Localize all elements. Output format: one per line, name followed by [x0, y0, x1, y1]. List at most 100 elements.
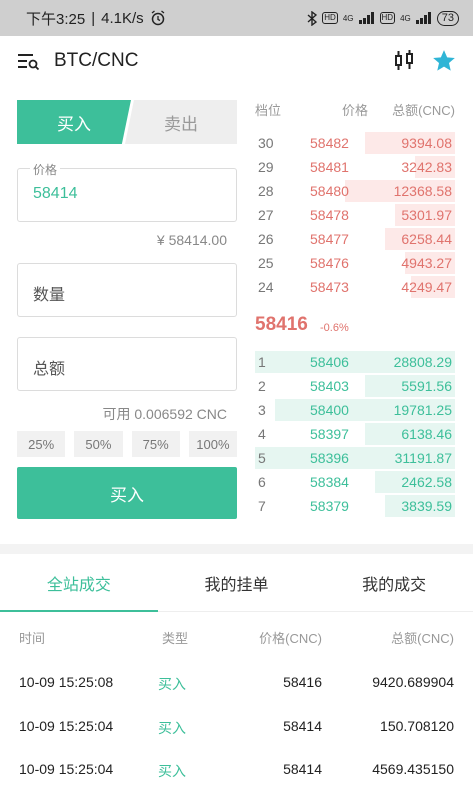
hd-badge: HD: [322, 12, 338, 24]
bid-total: 19781.25: [393, 402, 452, 418]
trades-price-header: 价格(CNC): [259, 631, 322, 646]
bid-price: 58384: [310, 474, 349, 490]
percent-50-button[interactable]: 50%: [74, 431, 123, 457]
ask-total: 4249.47: [401, 279, 452, 295]
pair-title[interactable]: BTC/CNC: [54, 50, 138, 72]
trade-type: 买入: [158, 763, 186, 779]
trade-type: 买入: [158, 719, 186, 736]
ask-level: 24: [258, 279, 274, 295]
trade-row: 10-09 15:25:08 买入 58416 9420.689904: [0, 674, 473, 692]
bid-price: 58379: [310, 498, 349, 514]
order-book-header: 档位 价格 总额(CNC): [255, 100, 455, 118]
section-divider: [0, 544, 473, 554]
ask-level: 27: [258, 207, 274, 223]
bid-level: 3: [258, 402, 266, 418]
ask-total: 9394.08: [401, 135, 452, 151]
last-change: -0.6%: [320, 322, 349, 334]
amount-field[interactable]: 数量: [17, 263, 237, 317]
trade-row: 10-09 15:25:04 买入 58414 150.708120: [0, 718, 473, 736]
ask-total: 4943.27: [401, 255, 452, 271]
ask-row[interactable]: 28 58480 12368.58: [255, 179, 455, 203]
ask-row[interactable]: 30 58482 9394.08: [255, 131, 455, 155]
ask-price: 58477: [310, 231, 349, 247]
hd-badge-2: HD: [379, 12, 396, 24]
ob-total-header: 总额(CNC): [392, 103, 455, 118]
total-field[interactable]: 总额: [17, 337, 237, 391]
bid-level: 1: [258, 354, 266, 370]
tab-my-orders[interactable]: 我的挂单: [158, 554, 316, 611]
signal-icon-2: [415, 12, 431, 24]
ask-level: 29: [258, 159, 274, 175]
bluetooth-icon: [307, 10, 318, 26]
buy-sell-tabs: 买入 卖出: [17, 100, 237, 144]
bid-row[interactable]: 3 58400 19781.25: [255, 398, 455, 422]
bid-price: 58400: [310, 402, 349, 418]
status-time: 下午3:25: [26, 10, 86, 28]
status-bar: 下午3:25 | 4.1K/s HD 4G HD 4G 73: [0, 0, 473, 36]
bid-total: 5591.56: [401, 378, 452, 394]
bid-total: 31191.87: [394, 450, 452, 466]
percent-75-button[interactable]: 75%: [131, 431, 180, 457]
price-cny-hint: ¥ 58414.00: [156, 232, 227, 248]
ask-price: 58473: [310, 279, 349, 295]
ask-total: 6258.44: [401, 231, 452, 247]
battery-level: 73: [436, 10, 459, 26]
price-label: 价格: [30, 161, 61, 178]
bid-total: 3839.59: [401, 498, 452, 514]
trades-header: 时间 类型 价格(CNC) 总额(CNC): [0, 628, 473, 646]
status-divider: |: [91, 9, 96, 27]
tab-buy[interactable]: 买入: [17, 100, 131, 144]
star-favorite-icon[interactable]: [431, 48, 457, 74]
candlestick-chart-icon[interactable]: [393, 49, 415, 73]
ask-row[interactable]: 27 58478 5301.97: [255, 203, 455, 227]
bid-price: 58397: [310, 426, 349, 442]
last-price: 58416: [255, 314, 308, 335]
ask-row[interactable]: 24 58473 4249.47: [255, 275, 455, 299]
bid-row[interactable]: 6 58384 2462.58: [255, 470, 455, 494]
bid-price: 58406: [310, 354, 349, 370]
trade-type: 买入: [158, 676, 186, 692]
bid-total: 2462.58: [401, 474, 452, 490]
bid-row[interactable]: 7 58379 3839.59: [255, 494, 455, 518]
alarm-icon: [151, 10, 165, 26]
ask-level: 28: [258, 183, 274, 199]
amount-placeholder: 数量: [33, 287, 66, 304]
ask-total: 5301.97: [401, 207, 452, 223]
status-speed: 4.1K/s: [101, 9, 144, 27]
price-field[interactable]: 价格 58414: [17, 161, 237, 222]
bid-level: 2: [258, 378, 266, 394]
trade-total: 4569.435150: [372, 761, 454, 777]
ob-level-header: 档位: [255, 103, 282, 118]
bid-row[interactable]: 5 58396 31191.87: [255, 446, 455, 470]
tab-sell[interactable]: 卖出: [125, 100, 237, 144]
bid-total: 6138.46: [401, 426, 452, 442]
ask-row[interactable]: 29 58481 3242.83: [255, 155, 455, 179]
ask-row[interactable]: 26 58477 6258.44: [255, 227, 455, 251]
bid-level: 5: [258, 450, 266, 466]
tab-all-trades[interactable]: 全站成交: [0, 554, 158, 612]
trades-time-header: 时间: [19, 631, 46, 646]
bid-row[interactable]: 1 58406 28808.29: [255, 350, 455, 374]
ask-price: 58480: [310, 183, 349, 199]
trade-history-tabs: 全站成交 我的挂单 我的成交: [0, 554, 473, 612]
trade-time: 10-09 15:25:08: [19, 674, 114, 690]
buy-button[interactable]: 买入: [17, 467, 237, 519]
ask-level: 25: [258, 255, 274, 271]
trades-total-header: 总额(CNC): [391, 631, 454, 646]
trade-row: 10-09 15:25:04 买入 58414 4569.435150: [0, 761, 473, 779]
trade-price: 58416: [283, 674, 322, 690]
bid-row[interactable]: 4 58397 6138.46: [255, 422, 455, 446]
available-balance: 可用 0.006592 CNC: [102, 406, 227, 422]
price-value[interactable]: 58414: [33, 185, 78, 203]
tab-my-trades[interactable]: 我的成交: [315, 554, 473, 611]
percent-100-button[interactable]: 100%: [188, 431, 237, 457]
ask-row[interactable]: 25 58476 4943.27: [255, 251, 455, 275]
bid-row[interactable]: 2 58403 5591.56: [255, 374, 455, 398]
percent-25-button[interactable]: 25%: [17, 431, 66, 457]
menu-search-icon[interactable]: [16, 51, 40, 71]
ask-price: 58481: [310, 159, 349, 175]
percent-buttons: 25% 50% 75% 100%: [17, 431, 237, 457]
ask-price: 58476: [310, 255, 349, 271]
ask-price: 58478: [310, 207, 349, 223]
network-type-2: 4G: [400, 13, 411, 23]
